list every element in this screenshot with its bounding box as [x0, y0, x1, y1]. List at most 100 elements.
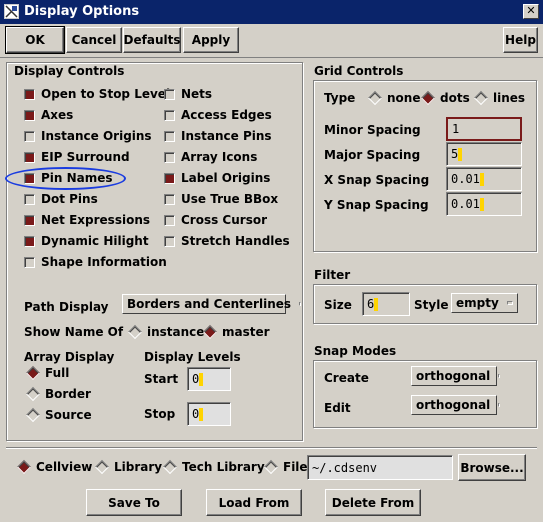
load-from-button[interactable]: Load From	[206, 489, 302, 516]
checkbox-label: EIP Surround	[41, 150, 130, 164]
major-spacing-label: Major Spacing	[324, 148, 421, 162]
checkbox-label: Axes	[41, 108, 74, 122]
show-name-instance-radio[interactable]: instance	[127, 323, 204, 341]
delete-from-button[interactable]: Delete From	[325, 489, 421, 516]
minor-spacing-label: Minor Spacing	[324, 123, 421, 137]
checkbox-array-icons[interactable]: Array Icons	[164, 148, 257, 166]
checkbox-box-icon	[164, 172, 175, 184]
menu-indicator-icon	[299, 302, 302, 306]
grid-type-label: Type	[324, 91, 356, 105]
checkbox-access-edges[interactable]: Access Edges	[164, 106, 272, 124]
grid-type-none-radio[interactable]: none	[367, 89, 420, 107]
apply-button[interactable]: Apply	[183, 27, 239, 53]
display-controls-title: Display Controls	[14, 64, 125, 78]
checkbox-box-icon	[24, 193, 35, 205]
minor-spacing-input[interactable]: 1	[446, 117, 522, 141]
checkbox-dynamic-hilight[interactable]: Dynamic Hilight	[24, 232, 149, 250]
filter-style-label: Style	[414, 298, 449, 312]
checkbox-label-origins[interactable]: Label Origins	[164, 169, 270, 187]
app-icon	[4, 4, 19, 19]
close-icon[interactable]: ✕	[523, 4, 539, 19]
snap-modes-title: Snap Modes	[314, 344, 397, 358]
text-cursor	[199, 407, 204, 421]
radio-diamond-icon	[16, 459, 32, 475]
checkbox-label: Array Icons	[181, 150, 258, 164]
radio-diamond-icon	[25, 407, 41, 423]
y-snap-label: Y Snap Spacing	[324, 198, 429, 212]
cancel-button[interactable]: Cancel	[66, 27, 122, 53]
text-cursor	[199, 372, 204, 386]
path-display-menu[interactable]: Borders and Centerlines	[122, 294, 302, 314]
checkbox-box-icon	[24, 235, 35, 247]
checkbox-label: Shape Information	[41, 255, 167, 269]
checkbox-box-icon	[24, 172, 35, 184]
checkbox-dot-pins[interactable]: Dot Pins	[24, 190, 98, 208]
checkbox-box-icon	[24, 130, 35, 142]
text-cursor	[458, 147, 463, 161]
checkbox-label: Instance Pins	[181, 129, 272, 143]
checkbox-label: Pin Names	[41, 171, 113, 185]
checkbox-box-icon	[164, 214, 175, 226]
scope-file-radio[interactable]: File	[263, 458, 308, 476]
start-level-input[interactable]: 0	[187, 367, 231, 391]
checkbox-open-to-stop-level[interactable]: Open to Stop Level	[24, 85, 170, 103]
array-full-radio[interactable]: Full	[25, 364, 69, 382]
menu-indicator-icon	[498, 374, 501, 378]
checkbox-eip-surround[interactable]: EIP Surround	[24, 148, 130, 166]
snap-edit-menu[interactable]: orthogonal	[411, 395, 501, 415]
defaults-button[interactable]: Defaults	[123, 27, 181, 53]
grid-type-lines-radio[interactable]: lines	[473, 89, 525, 107]
display-levels-label: Display Levels	[144, 350, 241, 364]
snap-create-menu[interactable]: orthogonal	[411, 366, 501, 386]
help-button[interactable]: Help	[503, 27, 538, 53]
checkbox-nets[interactable]: Nets	[164, 85, 212, 103]
filter-style-value: empty	[456, 296, 499, 310]
grid-type-dots-radio[interactable]: dots	[420, 89, 470, 107]
scope-library-radio[interactable]: Library	[94, 458, 162, 476]
array-border-radio[interactable]: Border	[25, 385, 91, 403]
x-snap-input[interactable]: 0.01	[446, 167, 522, 191]
filter-size-label: Size	[324, 298, 352, 312]
footer-separator	[6, 447, 537, 449]
checkbox-box-icon	[164, 235, 175, 247]
checkbox-instance-origins[interactable]: Instance Origins	[24, 127, 152, 145]
checkbox-cross-cursor[interactable]: Cross Cursor	[164, 211, 267, 229]
scope-cellview-radio[interactable]: Cellview	[16, 458, 92, 476]
show-name-master-radio[interactable]: master	[202, 323, 270, 341]
radio-diamond-icon	[25, 386, 41, 402]
y-snap-input[interactable]: 0.01	[446, 192, 522, 216]
checkbox-label: Use True BBox	[181, 192, 279, 206]
save-to-button[interactable]: Save To	[86, 489, 182, 516]
scope-tech-library-radio[interactable]: Tech Library	[162, 458, 265, 476]
stop-level-input[interactable]: 0	[187, 402, 231, 426]
radio-diamond-icon	[127, 324, 143, 340]
array-display-label: Array Display	[24, 350, 115, 364]
checkbox-box-icon	[164, 151, 175, 163]
x-snap-label: X Snap Spacing	[324, 173, 430, 187]
radio-diamond-icon	[367, 90, 383, 106]
filter-style-menu[interactable]: empty	[451, 293, 518, 313]
snap-edit-value: orthogonal	[416, 398, 491, 412]
checkbox-use-true-bbox[interactable]: Use True BBox	[164, 190, 278, 208]
checkbox-label: Instance Origins	[41, 129, 152, 143]
checkbox-box-icon	[164, 193, 175, 205]
checkbox-label: Label Origins	[181, 171, 271, 185]
checkbox-label: Open to Stop Level	[41, 87, 171, 101]
checkbox-shape-information[interactable]: Shape Information	[24, 253, 167, 271]
path-display-label: Path Display	[24, 300, 109, 314]
major-spacing-input[interactable]: 5	[446, 142, 522, 166]
text-cursor	[374, 297, 379, 311]
checkbox-pin-names[interactable]: Pin Names	[24, 169, 113, 187]
checkbox-label: Cross Cursor	[181, 213, 268, 227]
browse-button[interactable]: Browse...	[458, 454, 526, 481]
checkbox-instance-pins[interactable]: Instance Pins	[164, 127, 272, 145]
radio-diamond-icon	[94, 459, 110, 475]
checkbox-net-expressions[interactable]: Net Expressions	[24, 211, 150, 229]
array-source-radio[interactable]: Source	[25, 406, 92, 424]
checkbox-axes[interactable]: Axes	[24, 106, 73, 124]
checkbox-box-icon	[24, 109, 35, 121]
file-path-input[interactable]: ~/.cdsenv	[307, 455, 453, 480]
checkbox-stretch-handles[interactable]: Stretch Handles	[164, 232, 290, 250]
ok-button[interactable]: OK	[5, 26, 65, 54]
filter-size-input[interactable]: 6	[362, 292, 410, 316]
